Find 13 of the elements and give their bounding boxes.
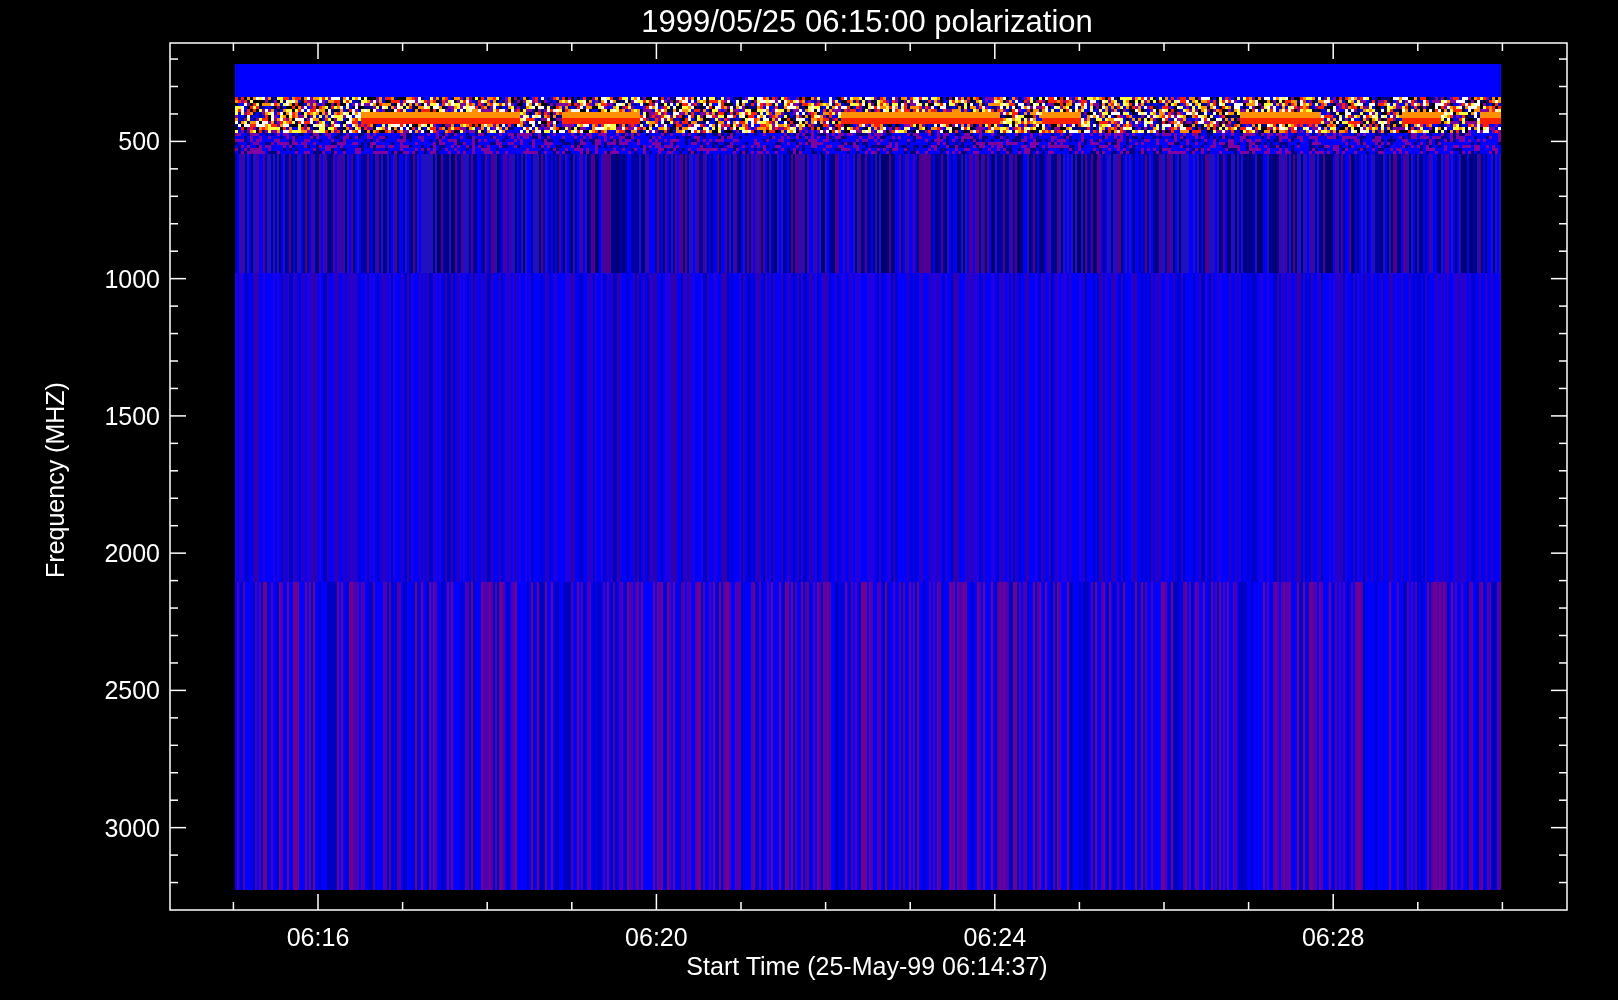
x-tick-label: 06:24 [963,923,1027,951]
x-tick-label: 06:20 [625,923,688,951]
x-tick-label: 06:16 [286,923,350,951]
y-tick-label: 2000 [104,539,160,568]
y-tick-label: 1000 [104,264,160,293]
y-tick-label: 3000 [104,813,160,842]
y-axis-label: Frequency (MHZ) [41,382,69,578]
chart-title: 1999/05/25 06:15:00 polarization [641,4,1093,39]
y-tick-label: 500 [118,127,160,156]
x-axis-label: Start Time (25-May-99 06:14:37) [686,952,1048,980]
y-tick-label: 1500 [104,401,160,430]
y-tick-label: 2500 [104,676,160,705]
x-tick-label: 06:28 [1301,923,1365,951]
